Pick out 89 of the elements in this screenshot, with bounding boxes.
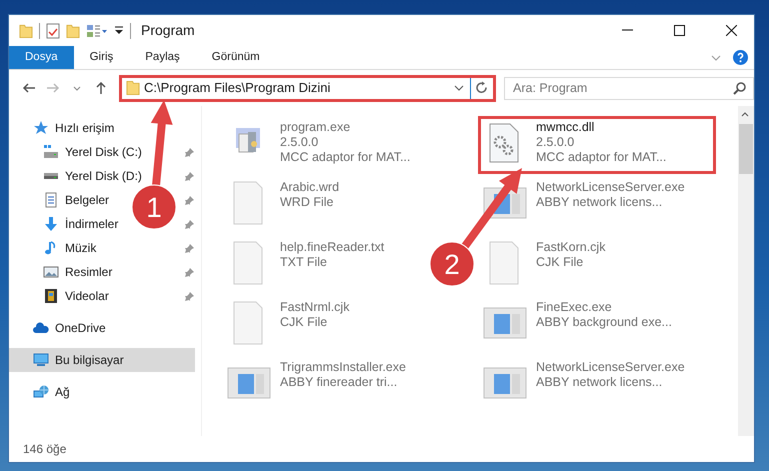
sidebar-item[interactable]: Hızlı erişim (9, 116, 118, 140)
refresh-icon[interactable] (475, 81, 489, 95)
window-title: Program (141, 21, 195, 40)
document-icon (43, 192, 59, 208)
file-name[interactable]: program.exe (280, 120, 410, 135)
folder-icon[interactable] (19, 22, 33, 38)
address-text: C:\Program Files\Program Dizini (143, 79, 332, 98)
file-detail: CJK File (536, 255, 584, 270)
network-icon (33, 384, 49, 400)
sidebar-item[interactable]: Bu bilgisayar (9, 348, 195, 372)
file-item[interactable]: FastNrml.cjk CJK File (222, 296, 354, 354)
sidebar-item[interactable]: OneDrive (9, 316, 110, 340)
file-detail: MCC adaptor for MAT... (536, 150, 666, 165)
film-icon (43, 288, 59, 304)
scrollbar[interactable] (738, 106, 754, 436)
picture-icon (43, 264, 59, 280)
file-detail: TXT File (280, 255, 328, 270)
scrollbar-thumb[interactable] (739, 124, 753, 174)
step-badge: 2 (430, 242, 474, 286)
sidebar-item[interactable]: Müzik (9, 236, 100, 260)
forward-arrow-icon (46, 83, 60, 93)
item-count: 146 öğe (23, 441, 66, 458)
file-detail: ABBY network licens... (536, 195, 664, 210)
file-name[interactable]: TrigrammsInstaller.exe (280, 360, 406, 375)
file-detail: ABBY network licens... (536, 375, 664, 390)
new-folder-icon[interactable] (66, 22, 80, 38)
sidebar-item[interactable]: Videolar (9, 284, 113, 308)
sidebar-item[interactable]: Yerel Disk (C:) (9, 140, 146, 164)
expand-ribbon-icon[interactable] (711, 54, 721, 62)
properties-icon[interactable] (46, 22, 60, 38)
up-arrow-icon (96, 82, 106, 94)
step-badge: 1 (132, 184, 176, 230)
file-item[interactable]: TrigrammsInstaller.exe ABBY finereader tri... (222, 356, 410, 414)
file-name[interactable]: FastKorn.cjk (536, 240, 606, 255)
sidebar-item[interactable]: Ağ (9, 380, 74, 404)
file-name[interactable]: mwmcc.dll (536, 120, 666, 135)
pin-icon[interactable] (184, 266, 195, 278)
file-name[interactable]: FineExec.exe (536, 300, 672, 315)
ribbon-tab[interactable]: Paylaş (129, 46, 196, 69)
file-detail: 2.5.0.0 (536, 135, 576, 150)
drive-icon (43, 172, 59, 180)
address-bar[interactable]: C:\Program Files\Program Dizini (119, 74, 496, 102)
pin-icon[interactable] (184, 290, 195, 302)
file-name[interactable]: NetworkLicenseServer.exe (536, 360, 685, 375)
scroll-up-icon[interactable] (741, 111, 749, 117)
file-detail: WRD File (280, 195, 334, 210)
star-icon (33, 120, 49, 136)
sidebar-item[interactable]: Resimler (9, 260, 116, 284)
maximize-icon (674, 25, 684, 36)
ribbon-tab[interactable]: Dosya (9, 46, 74, 69)
file-item[interactable]: Arabic.wrd WRD File (222, 176, 344, 234)
close-icon (726, 25, 736, 36)
file-item[interactable]: FineExec.exe ABBY background exe... (478, 296, 676, 354)
download-icon (43, 216, 59, 232)
file-item[interactable]: program.exe 2.5.0.0 MCC adaptor for MAT... (222, 116, 414, 174)
ribbon-tab[interactable]: Giriş (74, 46, 130, 69)
chevron-icon (73, 86, 81, 90)
file-item[interactable]: mwmcc.dll 2.5.0.0 MCC adaptor for MAT... (478, 116, 716, 174)
drive-icon (43, 144, 59, 160)
sidebar-item[interactable]: Belgeler (9, 188, 114, 212)
file-detail: ABBY finereader tri... (280, 375, 398, 390)
ribbon-tab[interactable]: Görünüm (196, 46, 276, 69)
sidebar-item[interactable]: İndirmeler (9, 212, 122, 236)
file-name[interactable]: Arabic.wrd (280, 180, 340, 195)
search-icon[interactable] (733, 82, 746, 94)
file-name[interactable]: FastNrml.cjk (280, 300, 350, 315)
file-item[interactable]: help.fineReader.txt TXT File (222, 236, 388, 294)
file-item[interactable]: NetworkLicenseServer.exe ABBY network licens... (478, 356, 689, 414)
view-icon[interactable] (86, 24, 108, 38)
help-icon[interactable] (733, 50, 748, 65)
back-arrow-icon (22, 83, 36, 93)
file-item[interactable]: FastKorn.cjk CJK File (478, 236, 610, 294)
pin-icon[interactable] (184, 242, 195, 254)
pin-icon[interactable] (184, 218, 195, 230)
file-name[interactable]: NetworkLicenseServer.exe (536, 180, 685, 195)
search-field[interactable]: Ara: Program (504, 76, 754, 100)
pin-icon[interactable] (184, 194, 195, 206)
file-name[interactable]: help.fineReader.txt (280, 240, 384, 255)
file-detail: 2.5.0.0 (280, 135, 320, 150)
folder-icon (126, 80, 140, 96)
monitor-icon (33, 352, 49, 368)
file-detail: CJK File (280, 315, 328, 330)
file-detail: ABBY background exe... (536, 315, 672, 330)
customize-toolbar-icon[interactable] (114, 26, 124, 36)
pin-icon[interactable] (184, 170, 195, 182)
pin-icon[interactable] (184, 146, 195, 158)
file-detail: MCC adaptor for MAT... (280, 150, 410, 165)
dropdown-icon[interactable] (454, 84, 464, 92)
cloud-icon (33, 320, 49, 336)
